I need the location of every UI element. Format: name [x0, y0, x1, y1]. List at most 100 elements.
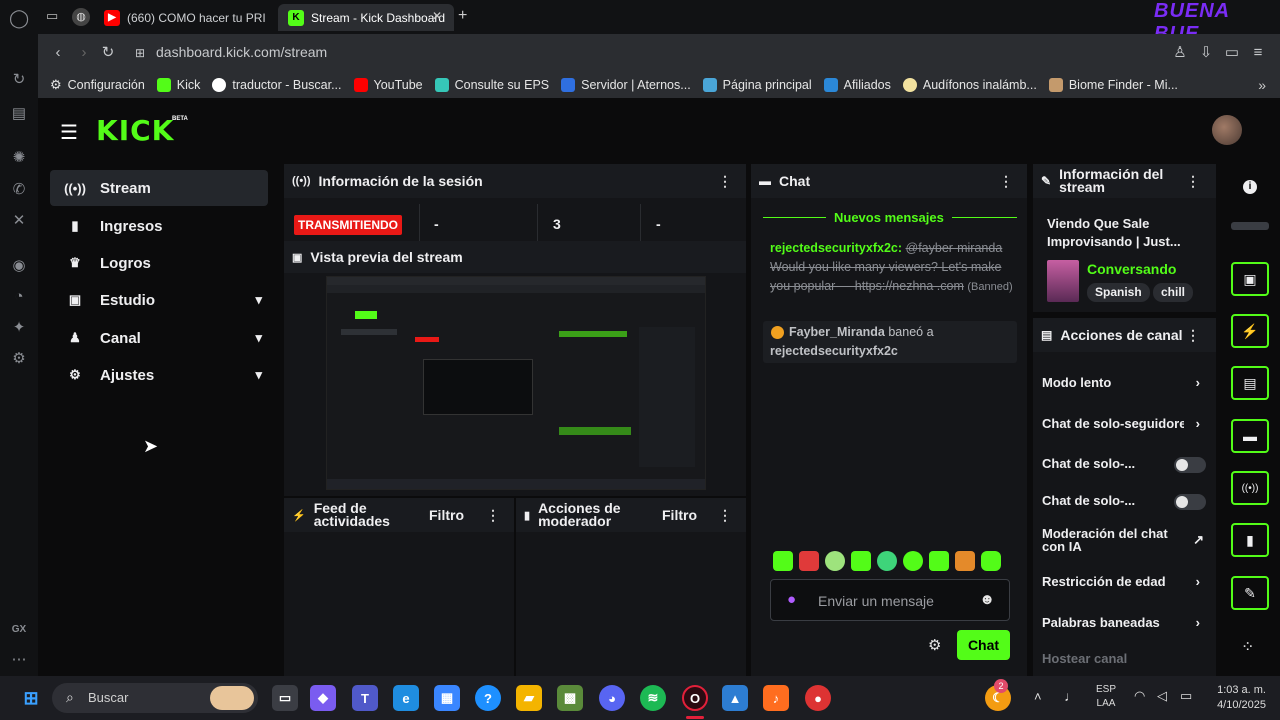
profile-icon[interactable]: ♙: [1170, 43, 1190, 63]
tag-pill[interactable]: chill: [1153, 283, 1194, 302]
spotify-icon[interactable]: ◉: [9, 256, 29, 276]
category-label[interactable]: Conversando: [1087, 261, 1176, 277]
chat-input[interactable]: ● Enviar un mensaje ☻: [770, 579, 1010, 621]
chat-settings-icon[interactable]: ⚙: [928, 636, 941, 654]
edge-icon[interactable]: e: [393, 685, 419, 711]
filter-button[interactable]: Filtro: [429, 507, 464, 523]
hamburger-icon[interactable]: ☰: [60, 120, 78, 145]
rail-moderator-button[interactable]: ▮: [1231, 523, 1269, 557]
sidebar-item-ajustes[interactable]: ⚙ Ajustes ▾: [50, 357, 268, 393]
bookmark-audifonos[interactable]: Audífonos inalámb...: [902, 78, 1037, 92]
gx-label[interactable]: GX: [9, 620, 29, 640]
emote-icon[interactable]: [877, 551, 897, 571]
info-icon[interactable]: i: [1243, 180, 1257, 194]
toggle-switch[interactable]: [1174, 494, 1206, 510]
emote-icon[interactable]: [903, 551, 923, 571]
reload-icon[interactable]: ↻: [98, 43, 118, 63]
minecraft-icon[interactable]: ▩: [557, 685, 583, 711]
rail-wrench-button[interactable]: ✎: [1231, 576, 1269, 610]
kebab-menu-icon[interactable]: ⋮: [718, 173, 732, 190]
more-bookmarks-icon[interactable]: »: [1258, 77, 1266, 93]
rail-notes-button[interactable]: ▤: [1231, 366, 1269, 400]
workspaces-icon[interactable]: ▭: [46, 8, 64, 26]
new-tab-icon[interactable]: +: [458, 7, 467, 25]
filter-button[interactable]: Filtro: [662, 507, 697, 523]
emote-icon[interactable]: [955, 551, 975, 571]
bookmark-youtube[interactable]: YouTube: [353, 78, 423, 92]
emote-icon[interactable]: [929, 551, 949, 571]
chatgpt-icon[interactable]: ✺: [9, 148, 29, 168]
fl-studio-icon[interactable]: ♪: [763, 685, 789, 711]
sidebar-item-stream[interactable]: ((•)) Stream: [50, 170, 268, 206]
help-icon[interactable]: ?: [475, 685, 501, 711]
action-solo-toggle-1[interactable]: Chat de solo-...: [1042, 456, 1212, 474]
language-indicator[interactable]: ESP LAA: [1096, 683, 1116, 711]
action-solo-seguidores[interactable]: Chat de solo-seguidores ›: [1042, 416, 1212, 434]
kebab-menu-icon[interactable]: ⋮: [486, 507, 500, 524]
battery-icon[interactable]: ▭: [1180, 688, 1192, 704]
store-icon[interactable]: ▦: [434, 685, 460, 711]
kebab-menu-icon[interactable]: ⋮: [718, 507, 732, 524]
action-hostear-canal[interactable]: Hostear canal: [1042, 651, 1127, 666]
emote-icon[interactable]: [981, 551, 1001, 571]
bookmark-kick[interactable]: Kick: [156, 78, 200, 92]
emote-icon[interactable]: [799, 551, 819, 571]
extensions-icon[interactable]: ✦: [9, 318, 29, 338]
settings-icon[interactable]: ⚙: [9, 349, 29, 369]
shopping-icon[interactable]: ▤: [9, 104, 29, 124]
bookmark-configuracion[interactable]: ⚙ Configuración: [50, 77, 145, 93]
task-view-icon[interactable]: ▭: [272, 685, 298, 711]
taskbar-search[interactable]: ⌕ Buscar: [52, 683, 258, 713]
tag-pill[interactable]: Spanish: [1087, 283, 1150, 302]
microphone-icon[interactable]: ●: [787, 591, 796, 608]
emote-icon[interactable]: [825, 551, 845, 571]
opera-gx-icon[interactable]: O: [682, 685, 708, 711]
bookmark-traductor[interactable]: traductor - Buscar...: [212, 78, 342, 92]
avatar[interactable]: [1212, 115, 1242, 145]
kebab-menu-icon[interactable]: ⋮: [999, 173, 1013, 190]
opera-logo-icon[interactable]: ◯: [9, 8, 29, 28]
windows-start-icon[interactable]: ⊞: [18, 685, 44, 711]
forward-icon[interactable]: ›: [74, 43, 94, 63]
kebab-menu-icon[interactable]: ⋮: [1186, 327, 1200, 344]
microphone-icon[interactable]: ♩: [1064, 688, 1078, 704]
tab-youtube[interactable]: ▶ (660) COMO hacer tu PRI: [94, 4, 284, 31]
copilot-icon[interactable]: ◆: [310, 685, 336, 711]
url-field[interactable]: dashboard.kick.com/stream: [156, 44, 327, 60]
action-solo-toggle-2[interactable]: Chat de solo-...: [1042, 493, 1212, 511]
tab-kick-dashboard[interactable]: K Stream - Kick Dashboard: [278, 4, 454, 31]
rail-lightning-button[interactable]: ⚡: [1231, 314, 1269, 348]
download-icon[interactable]: ⇩: [1196, 43, 1216, 63]
clock-icon[interactable]: ◔: [9, 287, 29, 307]
action-modo-lento[interactable]: Modo lento ›: [1042, 375, 1212, 393]
kebab-menu-icon[interactable]: ⋮: [1186, 173, 1200, 190]
emote-icon[interactable]: [773, 551, 793, 571]
discord-icon[interactable]: ◕: [599, 685, 625, 711]
file-explorer-icon[interactable]: ▰: [516, 685, 542, 711]
spotify-icon[interactable]: ≋: [640, 685, 666, 711]
bookmark-eps[interactable]: Consulte su EPS: [434, 78, 549, 92]
close-tab-icon[interactable]: ✕: [432, 9, 442, 23]
rail-chat-button[interactable]: ▬: [1231, 419, 1269, 453]
sidebar-item-logros[interactable]: ♛ Logros: [50, 245, 268, 281]
teams-icon[interactable]: T: [352, 685, 378, 711]
wifi-icon[interactable]: ◠: [1134, 688, 1145, 704]
recorder-icon[interactable]: ●: [805, 685, 831, 711]
chat-username[interactable]: rejectedsecurityxfx2c:: [770, 241, 902, 255]
volume-icon[interactable]: ◁: [1157, 688, 1167, 704]
rail-broadcast-button[interactable]: ((•)): [1231, 471, 1269, 505]
rail-add-icon[interactable]: ⁘: [1241, 637, 1254, 657]
category-thumbnail[interactable]: [1047, 260, 1079, 302]
toggle-switch[interactable]: [1174, 457, 1206, 473]
menu-icon[interactable]: ≡: [1248, 43, 1268, 63]
history-icon[interactable]: ↻: [9, 70, 29, 90]
photos-icon[interactable]: ▲: [722, 685, 748, 711]
whatsapp-icon[interactable]: ✆: [9, 180, 29, 200]
more-icon[interactable]: ⋯: [9, 650, 29, 670]
kick-logo[interactable]: KICK: [96, 114, 174, 147]
x-icon[interactable]: ✕: [9, 211, 29, 231]
action-moderacion-ia[interactable]: Moderación del chat con IA ↗: [1042, 527, 1212, 557]
sidebar-item-canal[interactable]: ♟ Canal ▾: [50, 320, 268, 356]
tray-chevron-icon[interactable]: ˄: [1034, 689, 1042, 704]
bookmark-afiliados[interactable]: Afiliados: [823, 78, 891, 92]
